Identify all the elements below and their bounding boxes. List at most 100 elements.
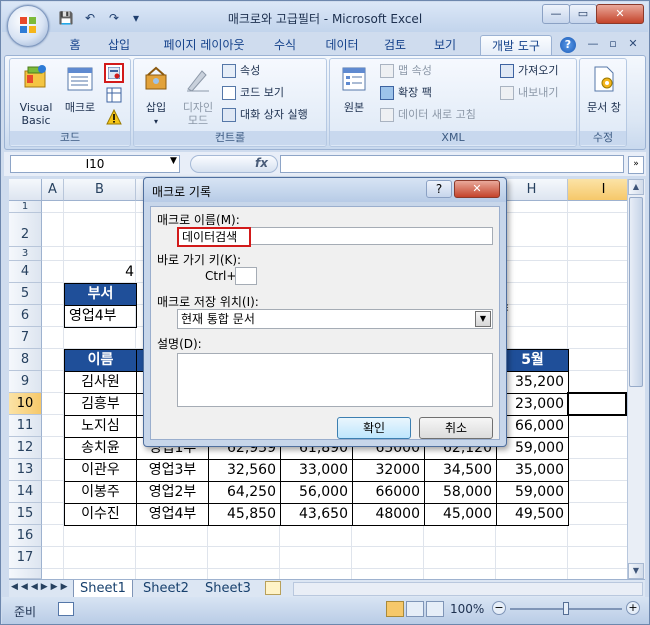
table-cell[interactable]: 노지심 [64, 415, 137, 438]
vertical-scrollbar[interactable]: ▲ ▼ [627, 179, 645, 579]
criteria-header-dept[interactable]: 부서 [64, 283, 137, 306]
column-header-a[interactable]: A [42, 179, 64, 201]
run-dialog-button[interactable]: 대화 상자 실행 [222, 107, 326, 123]
zoom-slider-thumb[interactable] [563, 602, 569, 615]
row-header-14[interactable]: 14 [9, 481, 42, 503]
macro-name-input[interactable]: 데이터검색 [177, 227, 251, 247]
row-header-12[interactable]: 12 [9, 437, 42, 459]
column-header-i[interactable]: I [568, 179, 627, 201]
table-cell[interactable]: 김사원 [64, 371, 137, 394]
zoom-out-button[interactable]: − [492, 601, 506, 615]
sheet-tab-3[interactable]: Sheet3 [199, 580, 257, 597]
name-box-dropdown-icon[interactable]: ▼ [170, 156, 180, 166]
cancel-button[interactable]: 취소 [419, 417, 493, 439]
page-layout-view-icon[interactable] [406, 601, 424, 617]
office-button[interactable] [7, 5, 49, 47]
tab-page-layout[interactable]: 페이지 레이아웃 [152, 35, 256, 55]
cell-b4[interactable]: 4 [64, 261, 136, 283]
row-header-9[interactable]: 9 [9, 371, 42, 393]
insert-sheet-icon[interactable] [265, 581, 281, 595]
import-button[interactable]: 가져오기 [500, 63, 576, 79]
expand-formula-icon[interactable]: » [628, 156, 644, 174]
horizontal-scrollbar[interactable] [293, 582, 643, 596]
shortcut-key-input[interactable] [235, 267, 257, 285]
refresh-data-button[interactable]: 데이터 새로 고침 [380, 107, 500, 123]
insert-control-button[interactable]: 삽입 ▾ [138, 61, 174, 129]
fx-icon[interactable]: fx [255, 156, 268, 170]
view-code-button[interactable]: 코드 보기 [222, 85, 322, 101]
table-cell[interactable]: 이봉주 [64, 481, 137, 504]
table-cell[interactable]: 영업2부 [136, 481, 209, 504]
doc-restore-button[interactable]: ▫ [606, 37, 620, 50]
table-cell[interactable]: 이수진 [64, 503, 137, 526]
table-cell[interactable]: 32,560 [208, 459, 281, 482]
design-mode-button[interactable]: 디자인 모드 [178, 61, 218, 129]
sheet-nav-icon[interactable]: ◀◀◀▶▶▶ [11, 582, 71, 592]
table-cell[interactable]: 35,000 [496, 459, 569, 482]
macro-button[interactable]: 매크로 [60, 61, 100, 129]
table-cell[interactable]: 영업4부 [136, 503, 209, 526]
export-button[interactable]: 내보내기 [500, 85, 576, 101]
table-cell[interactable]: 48000 [352, 503, 425, 526]
table-cell[interactable]: 34,500 [424, 459, 497, 482]
row-header-5[interactable]: 5 [9, 283, 42, 305]
tab-formulas[interactable]: 수식 [268, 35, 302, 55]
row-header-2[interactable]: 2 [9, 213, 42, 247]
close-button[interactable]: ✕ [596, 4, 644, 24]
criteria-value-dept[interactable]: 영업4부 [64, 305, 137, 328]
row-header-4[interactable]: 4 [9, 261, 42, 283]
doc-minimize-button[interactable]: — [586, 37, 600, 50]
visual-basic-button[interactable]: Visual Basic [14, 61, 58, 129]
row-header-18[interactable] [9, 569, 42, 579]
tab-home[interactable]: 홈 [62, 35, 88, 55]
row-header-15[interactable]: 15 [9, 503, 42, 525]
minimize-button[interactable]: — [542, 4, 570, 24]
row-header-13[interactable]: 13 [9, 459, 42, 481]
normal-view-icon[interactable] [386, 601, 404, 617]
tab-data[interactable]: 데이터 [318, 35, 366, 55]
expansion-packs-button[interactable]: 확장 팩 [380, 85, 500, 101]
row-header-17[interactable]: 17 [9, 547, 42, 569]
table-cell[interactable]: 59,000 [496, 481, 569, 504]
description-textarea[interactable] [177, 353, 493, 407]
column-header-b[interactable]: B [64, 179, 136, 201]
scroll-thumb[interactable] [629, 197, 643, 387]
row-header-8[interactable]: 8 [9, 349, 42, 371]
table-cell[interactable]: 58,000 [424, 481, 497, 504]
macro-record-status-icon[interactable] [58, 602, 74, 616]
ok-button[interactable]: 확인 [337, 417, 411, 439]
table-cell[interactable]: 45,850 [208, 503, 281, 526]
tab-view[interactable]: 보기 [428, 35, 462, 55]
relative-reference-button[interactable] [106, 87, 122, 103]
row-header-10[interactable]: 10 [9, 393, 42, 415]
tab-insert[interactable]: 삽입 [102, 35, 136, 55]
table-cell[interactable]: 43,650 [280, 503, 353, 526]
store-location-dropdown-icon[interactable]: ▼ [475, 311, 491, 327]
select-all-button[interactable] [9, 179, 42, 201]
doc-close-button[interactable]: ✕ [626, 37, 640, 50]
maximize-button[interactable]: ▭ [569, 4, 597, 24]
zoom-level[interactable]: 100% [450, 602, 484, 616]
help-icon[interactable]: ? [560, 37, 576, 53]
page-break-view-icon[interactable] [426, 601, 444, 617]
row-header-7[interactable]: 7 [9, 327, 42, 349]
row-header-16[interactable]: 16 [9, 525, 42, 547]
active-cell-i10[interactable] [567, 392, 627, 416]
document-panel-button[interactable]: 문서 창 [584, 61, 624, 129]
sheet-tab-2[interactable]: Sheet2 [137, 580, 195, 597]
map-properties-button[interactable]: 맵 속성 [380, 63, 500, 79]
formula-input[interactable] [280, 155, 624, 173]
table-cell[interactable]: 송치윤 [64, 437, 137, 460]
table-cell[interactable]: 64,250 [208, 481, 281, 504]
table-cell[interactable]: 49,500 [496, 503, 569, 526]
macro-security-button[interactable] [106, 108, 122, 125]
row-header-6[interactable]: 6 [9, 305, 42, 327]
row-header-1[interactable]: 1 [9, 201, 42, 213]
table-cell[interactable]: 32000 [352, 459, 425, 482]
record-macro-button[interactable] [104, 63, 124, 83]
name-box[interactable]: I10 [10, 155, 180, 173]
table-cell[interactable]: 이관우 [64, 459, 137, 482]
properties-button[interactable]: 속성 [222, 63, 322, 79]
table-cell[interactable]: 56,000 [280, 481, 353, 504]
table-cell[interactable]: 영업3부 [136, 459, 209, 482]
